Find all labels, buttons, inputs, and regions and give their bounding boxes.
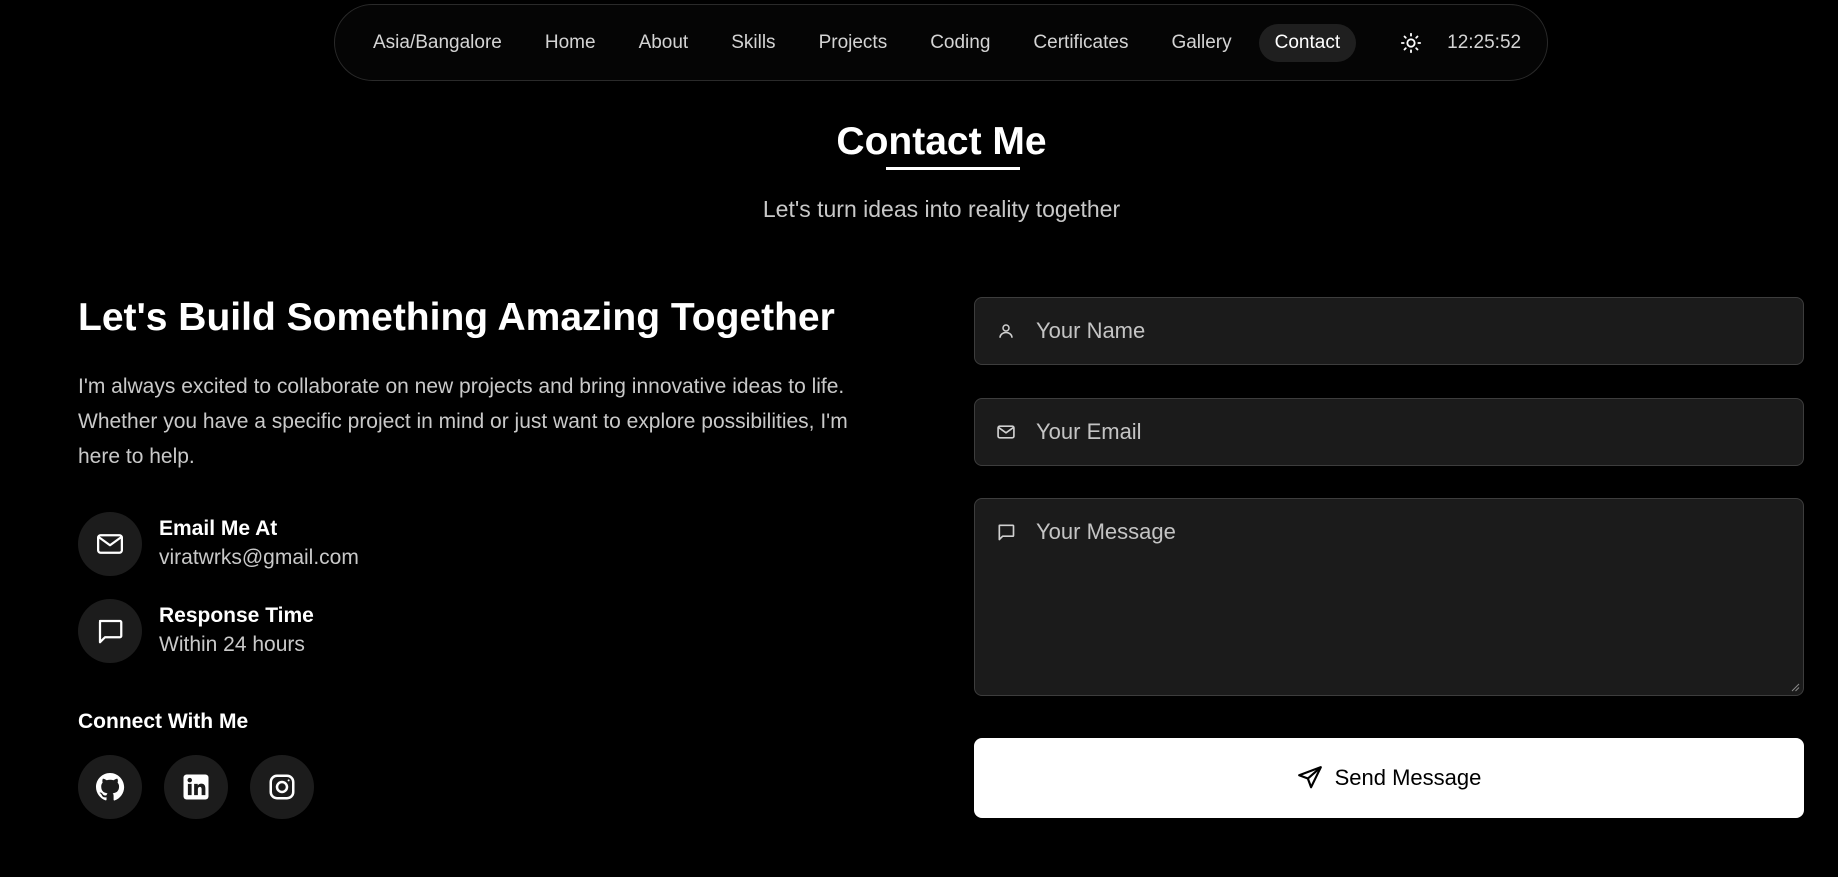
linkedin-link[interactable] <box>164 755 228 819</box>
sun-icon <box>1401 32 1422 53</box>
nav-link-gallery[interactable]: Gallery <box>1155 24 1247 62</box>
chat-icon <box>98 619 123 644</box>
send-message-button[interactable]: Send Message <box>974 738 1804 818</box>
email-field[interactable] <box>974 398 1804 466</box>
email-info: Email Me At viratwrks@gmail.com <box>78 512 359 576</box>
message-input[interactable] <box>1036 499 1796 689</box>
user-icon <box>999 324 1013 338</box>
message-field[interactable] <box>974 498 1804 696</box>
nav-link-coding[interactable]: Coding <box>914 24 1006 62</box>
response-info-title: Response Time <box>159 604 314 627</box>
name-input[interactable] <box>1036 318 1796 344</box>
intro-text: I'm always excited to collaborate on new… <box>78 375 848 468</box>
chat-icon <box>998 524 1015 541</box>
page-subtitle: Let's turn ideas into reality together <box>762 196 1121 222</box>
response-time-info: Response Time Within 24 hours <box>78 599 314 663</box>
theme-toggle-button[interactable] <box>1391 23 1431 63</box>
contact-intro: Let's Build Something Amazing Together I… <box>78 295 898 474</box>
nav-link-about[interactable]: About <box>623 24 705 62</box>
top-navbar: Asia/Bangalore Home About Skills Project… <box>334 4 1548 81</box>
send-button-label: Send Message <box>1334 765 1482 790</box>
email-info-title: Email Me At <box>159 517 278 540</box>
name-field[interactable] <box>974 297 1804 365</box>
mail-icon <box>97 534 123 554</box>
github-icon <box>96 773 125 801</box>
instagram-icon <box>269 774 295 800</box>
github-link[interactable] <box>78 755 142 819</box>
nav-link-contact[interactable]: Contact <box>1258 23 1357 62</box>
response-info-value: Within 24 hours <box>159 633 305 656</box>
page-title: Contact Me <box>836 120 1047 163</box>
timezone-label: Asia/Bangalore <box>373 31 502 53</box>
email-address[interactable]: viratwrks@gmail.com <box>159 543 359 573</box>
linkedin-icon <box>183 774 209 800</box>
title-underline <box>886 167 1020 170</box>
intro-heading: Let's Build Something Amazing Together <box>78 296 835 339</box>
nav-link-skills[interactable]: Skills <box>715 24 791 62</box>
instagram-link[interactable] <box>250 755 314 819</box>
nav-link-certificates[interactable]: Certificates <box>1017 24 1144 62</box>
send-icon <box>1297 766 1322 789</box>
email-input[interactable] <box>1036 419 1796 445</box>
clock: 12:25:52 <box>1447 31 1522 53</box>
social-links <box>78 755 336 819</box>
nav-link-projects[interactable]: Projects <box>803 24 904 62</box>
email-icon-badge <box>78 512 142 576</box>
connect-heading: Connect With Me <box>78 710 249 733</box>
response-icon-badge <box>78 599 142 663</box>
nav-link-home[interactable]: Home <box>529 24 612 62</box>
mail-icon <box>997 425 1015 439</box>
resize-handle-icon[interactable] <box>1790 682 1800 692</box>
